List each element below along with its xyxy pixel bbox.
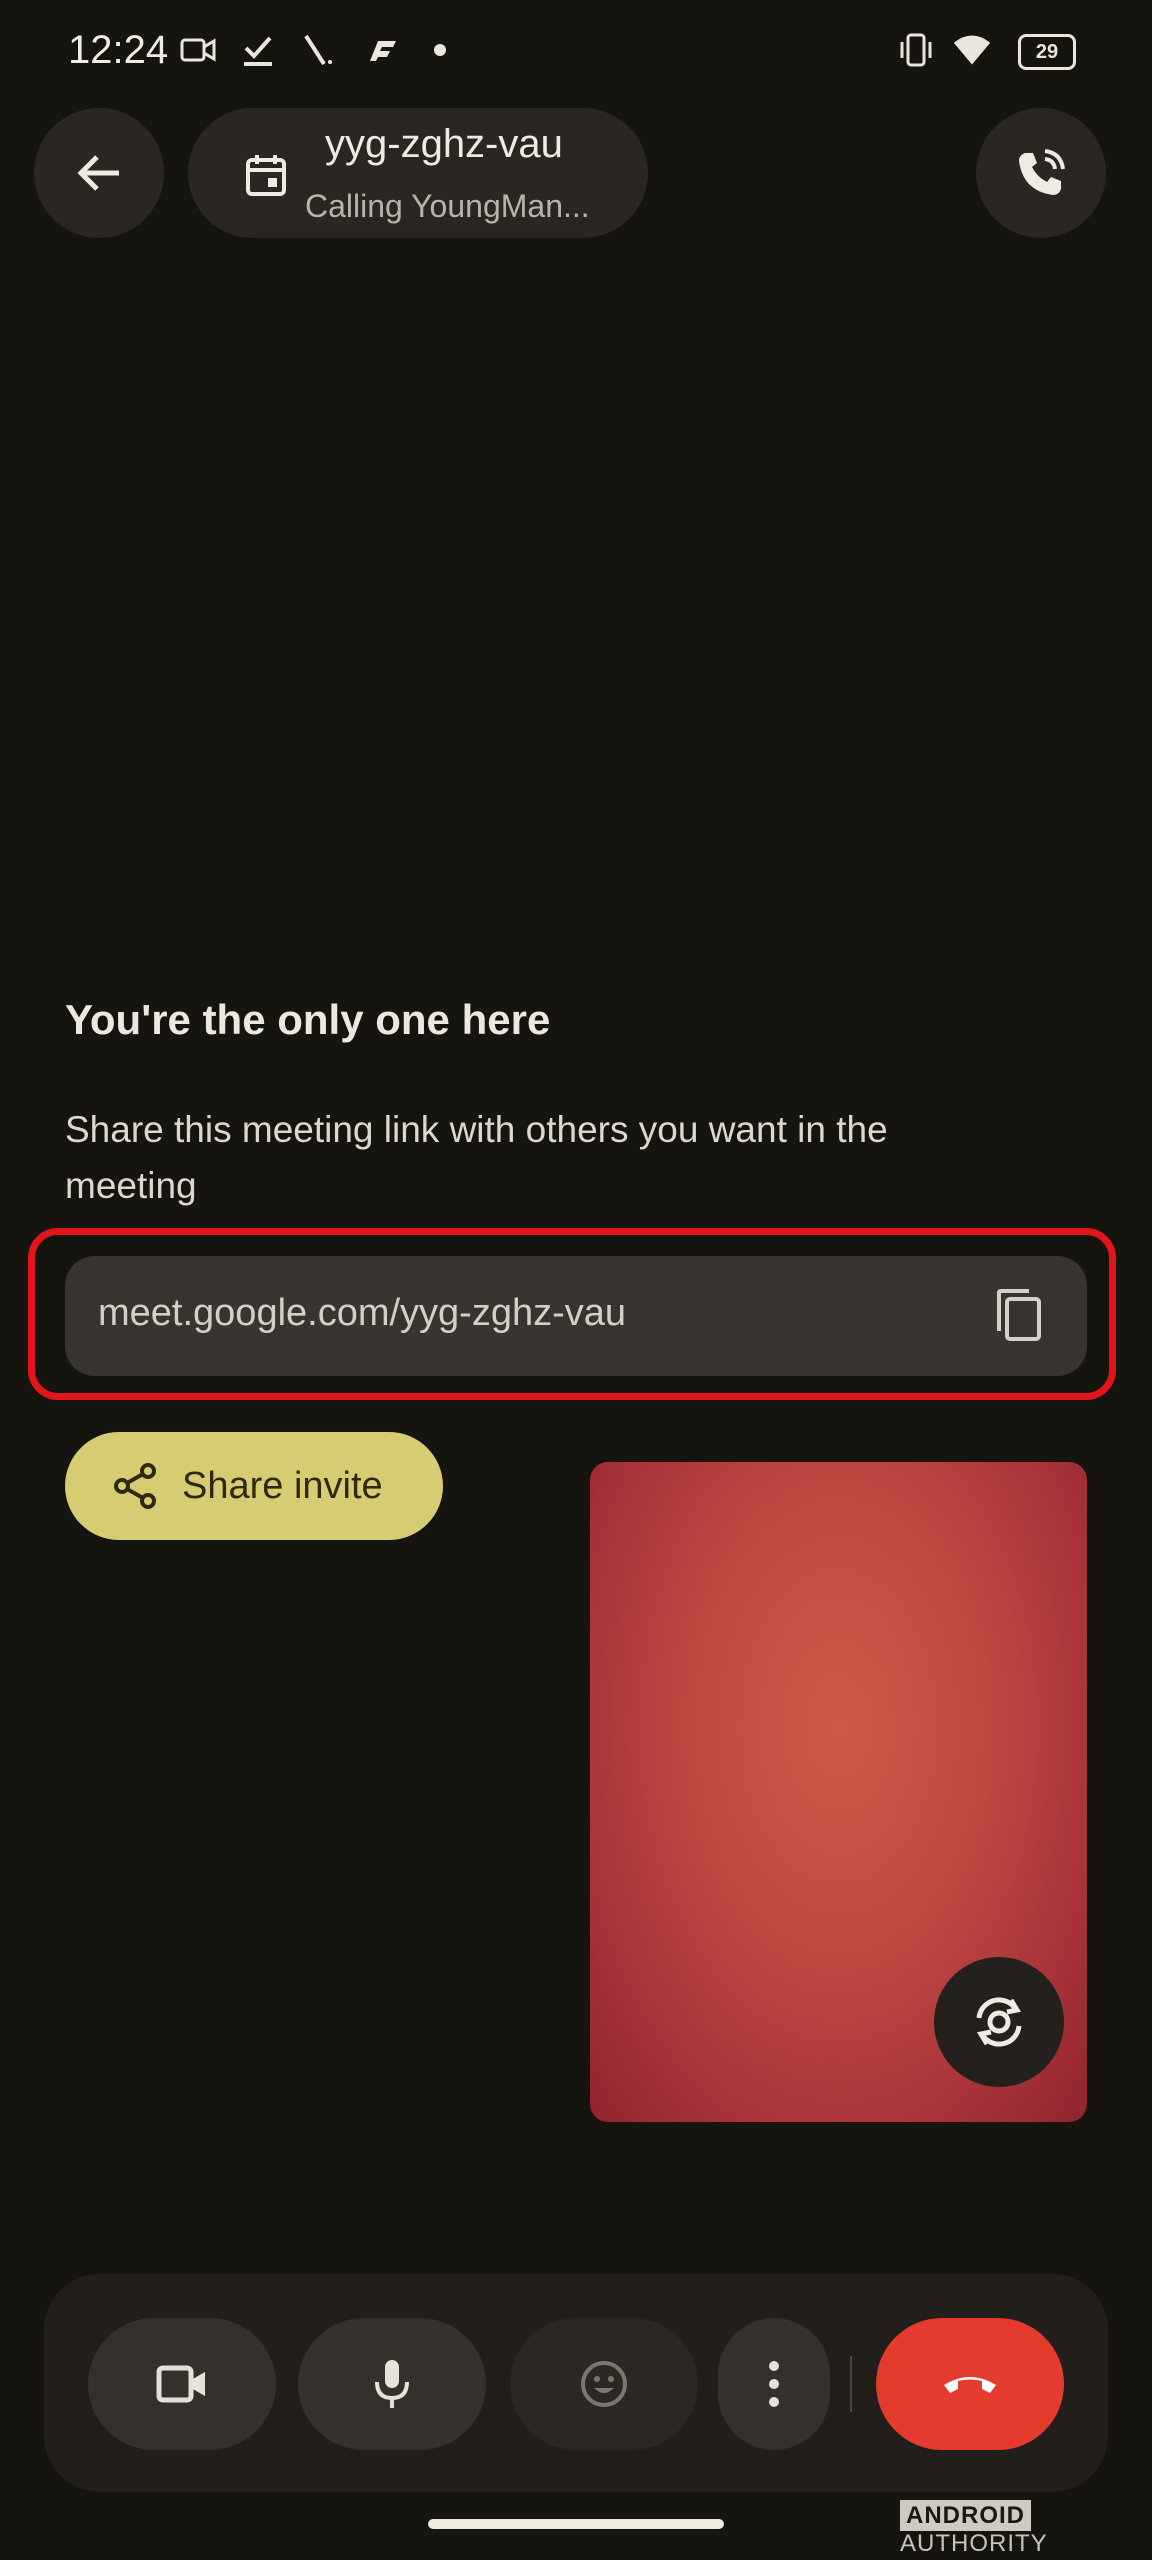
app-icon — [362, 30, 402, 70]
reactions-button[interactable] — [510, 2318, 698, 2450]
share-invite-label: Share invite — [182, 1464, 383, 1507]
switch-camera-button[interactable] — [934, 1957, 1064, 2087]
emoji-icon — [581, 2361, 627, 2407]
calling-status: Calling YoungMan... — [305, 188, 590, 224]
more-options-button[interactable] — [718, 2318, 830, 2450]
more-vert-icon — [769, 2361, 779, 2407]
back-arrow-icon — [77, 155, 119, 191]
microphone-button[interactable] — [298, 2318, 486, 2450]
phone-wave-icon — [1019, 149, 1065, 195]
battery-level: 29 — [1035, 40, 1059, 63]
share-description: Share this meeting link with others you … — [65, 1109, 888, 1206]
microphone-icon — [375, 2360, 409, 2408]
calendar-icon — [244, 152, 288, 203]
camera-flip-icon — [976, 1997, 1022, 2047]
watermark: ANDROID AUTHORITY — [900, 2500, 1152, 2558]
watermark-brand: ANDROID — [900, 2500, 1031, 2531]
wifi-icon — [952, 30, 992, 70]
camera-toggle-button[interactable] — [88, 2318, 276, 2450]
end-call-button[interactable] — [876, 2318, 1064, 2450]
controls-divider — [850, 2356, 852, 2412]
share-icon — [114, 1463, 156, 1509]
video-camera-icon — [156, 2365, 205, 2403]
battery-icon: 29 — [1018, 34, 1076, 70]
meeting-code: yyg-zghz-vau — [325, 122, 563, 166]
share-invite-button[interactable]: Share invite — [65, 1432, 443, 1540]
dot-icon — [420, 30, 460, 70]
audio-switch-button[interactable] — [976, 108, 1106, 238]
vibrate-icon — [896, 30, 936, 70]
status-time: 12:24 — [68, 28, 169, 72]
back-button[interactable] — [34, 108, 164, 238]
video-icon — [178, 30, 218, 70]
gesture-nav-handle[interactable] — [428, 2519, 724, 2529]
only-one-heading: You're the only one here — [65, 996, 551, 1043]
hang-up-icon — [944, 2377, 996, 2393]
link-highlight-annotation — [28, 1228, 1116, 1400]
check-icon — [238, 30, 278, 70]
tool-icon — [298, 30, 338, 70]
watermark-suffix: AUTHORITY — [900, 2530, 1048, 2557]
